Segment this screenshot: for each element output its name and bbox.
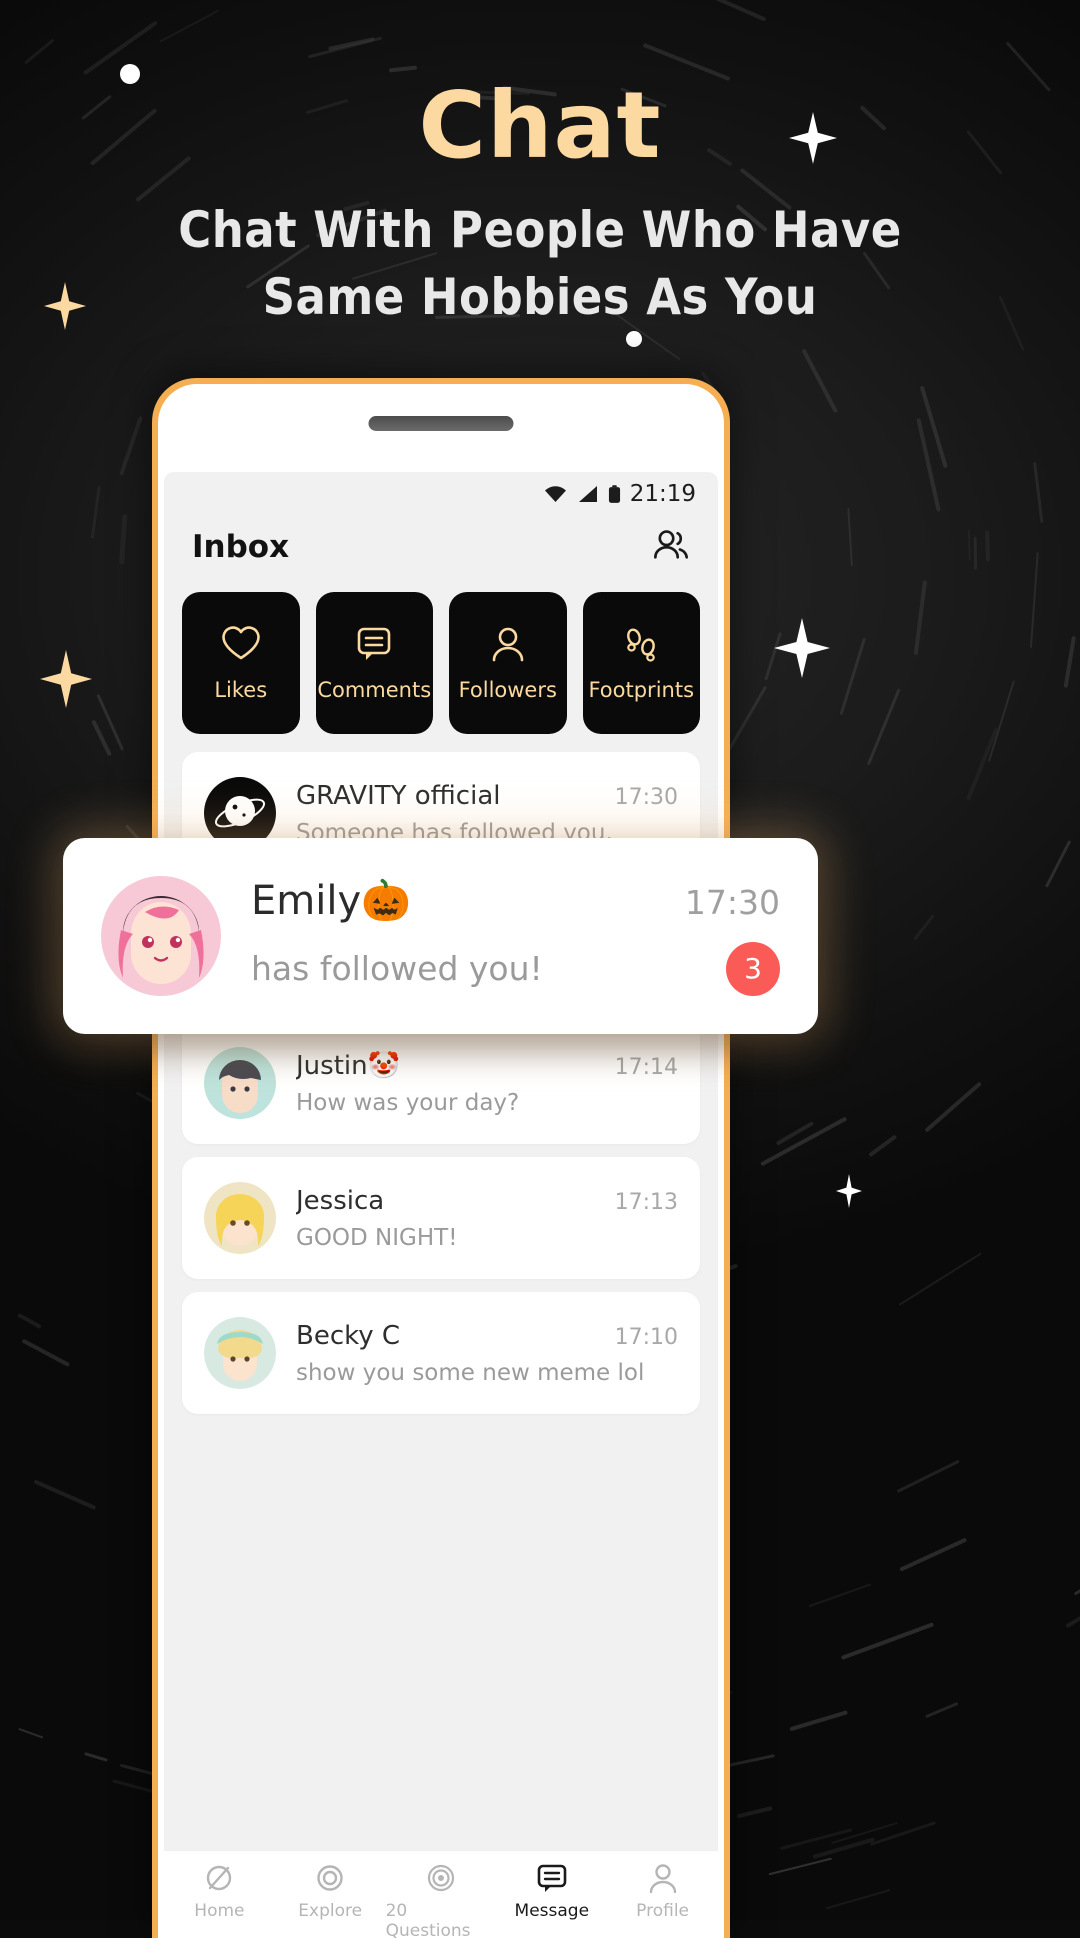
signal-icon xyxy=(577,485,599,503)
justin-avatar xyxy=(204,1047,276,1119)
promo-subtitle: Chat With People Who Have Same Hobbies A… xyxy=(110,197,970,331)
jessica-avatar xyxy=(204,1182,276,1254)
message-nav-icon xyxy=(535,1861,569,1895)
category-label: Likes xyxy=(214,677,268,702)
category-tiles: Likes Comments Followers Footprints xyxy=(164,578,718,752)
nav-item-explore[interactable]: Explore xyxy=(275,1861,386,1921)
conversation-time: 17:30 xyxy=(614,784,678,810)
nav-label: Home xyxy=(194,1901,245,1921)
category-tile-followers[interactable]: Followers xyxy=(449,592,567,734)
conversation-message: GOOD NIGHT! xyxy=(296,1224,458,1251)
category-tile-comments[interactable]: Comments xyxy=(315,592,433,734)
category-tile-likes[interactable]: Likes xyxy=(182,592,300,734)
profile-nav-icon xyxy=(646,1861,680,1895)
nav-item-home[interactable]: Home xyxy=(164,1861,275,1921)
conversation-time: 17:10 xyxy=(614,1324,678,1350)
promo-subtitle-line-2: Same Hobbies As You xyxy=(262,267,818,326)
conversation-row[interactable]: Justin🤡 17:14 How was your day? xyxy=(182,1022,700,1144)
highlight-message: has followed you! xyxy=(251,949,543,988)
nav-item-20-questions[interactable]: 20 Questions xyxy=(386,1861,497,1938)
spiral-nav-icon xyxy=(424,1861,458,1895)
promo-subtitle-line-1: Chat With People Who Have xyxy=(178,200,902,259)
conversation-name: GRAVITY official xyxy=(296,780,501,811)
battery-icon xyxy=(608,484,621,504)
conversation-message: How was your day? xyxy=(296,1089,520,1116)
conversation-name: Justin🤡 xyxy=(296,1050,400,1081)
highlight-time: 17:30 xyxy=(684,882,780,922)
people-icon[interactable] xyxy=(652,528,690,566)
page-title: Chat xyxy=(418,72,662,179)
promo-headline: Chat Chat With People Who Have Same Hobb… xyxy=(0,72,1080,331)
decor-dot-2 xyxy=(626,331,642,347)
nav-label: Explore xyxy=(298,1901,363,1921)
category-label: Comments xyxy=(317,677,432,702)
unread-badge: 3 xyxy=(726,941,780,996)
inbox-header: Inbox xyxy=(164,516,718,578)
heart-icon xyxy=(221,625,261,665)
becky-avatar xyxy=(204,1317,276,1389)
category-label: Followers xyxy=(458,677,557,702)
conversation-row[interactable]: Becky C 17:10 show you some new meme lol xyxy=(182,1292,700,1414)
circle-nav-icon xyxy=(313,1861,347,1895)
emily-avatar xyxy=(101,876,221,996)
nav-label: Message xyxy=(514,1901,590,1921)
highlighted-notification-card[interactable]: Emily🎃 17:30 has followed you! 3 xyxy=(63,838,818,1034)
nav-item-message[interactable]: Message xyxy=(496,1861,607,1921)
category-label: Footprints xyxy=(588,677,695,702)
conversation-name: Jessica xyxy=(296,1185,385,1216)
conversation-time: 17:13 xyxy=(614,1189,678,1215)
phone-screen-bezel: 21:19 Inbox Likes Comments Followers Foo… xyxy=(158,384,724,1938)
comment-bubble-icon xyxy=(354,625,394,665)
status-bar-time: 21:19 xyxy=(629,481,696,507)
footprints-icon xyxy=(621,625,661,665)
conversation-time: 17:14 xyxy=(614,1054,678,1080)
planet-nav-icon xyxy=(202,1861,236,1895)
wifi-icon xyxy=(543,485,568,503)
inbox-title: Inbox xyxy=(192,529,290,565)
phone-mockup: 21:19 Inbox Likes Comments Followers Foo… xyxy=(152,378,730,1938)
conversation-row[interactable]: Jessica 17:13 GOOD NIGHT! xyxy=(182,1157,700,1279)
category-tile-footprints[interactable]: Footprints xyxy=(582,592,700,734)
nav-item-profile[interactable]: Profile xyxy=(607,1861,718,1921)
phone-speaker xyxy=(368,416,514,431)
highlight-name: Emily🎃 xyxy=(251,877,411,924)
status-bar: 21:19 xyxy=(164,472,718,516)
app-screen: 21:19 Inbox Likes Comments Followers Foo… xyxy=(164,472,718,1938)
bottom-navigation: Home Explore 20 Questions Message Profil… xyxy=(164,1850,718,1938)
conversation-name: Becky C xyxy=(296,1320,401,1351)
person-icon xyxy=(488,625,528,665)
nav-label: Profile xyxy=(636,1901,690,1921)
conversation-message: show you some new meme lol xyxy=(296,1359,645,1386)
